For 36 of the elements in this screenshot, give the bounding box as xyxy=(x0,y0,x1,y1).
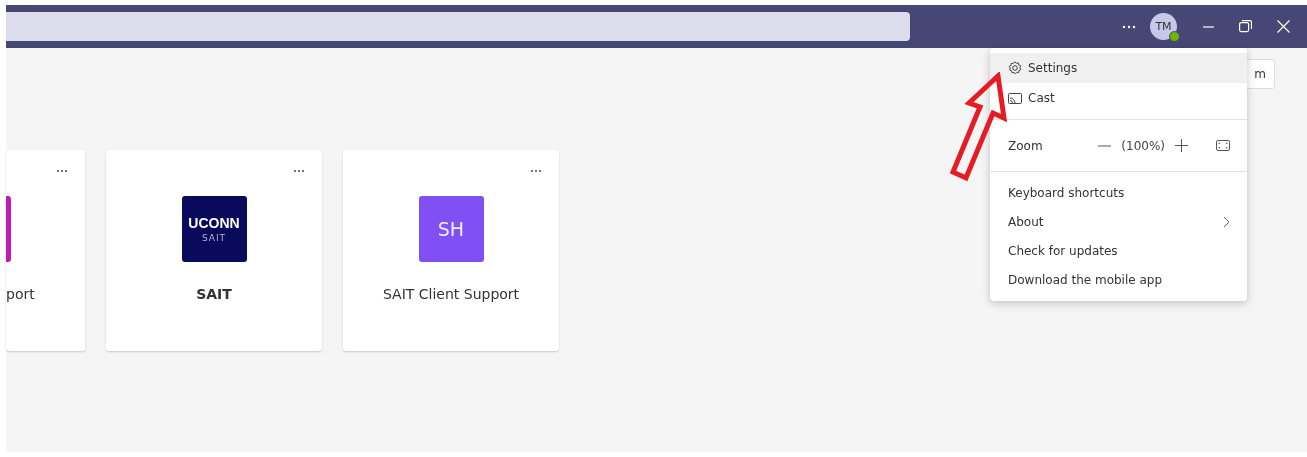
chevron-right-icon xyxy=(1223,215,1230,228)
menu-item[interactable]: Settings xyxy=(990,53,1247,83)
logo-subtitle: SAIT xyxy=(201,232,227,243)
avatar[interactable]: TM xyxy=(1150,13,1177,40)
menu-item-label: Download the mobile app xyxy=(1008,272,1163,287)
menu-item-label: Keyboard shortcuts xyxy=(1008,185,1125,200)
zoom-in-icon[interactable] xyxy=(1175,139,1188,152)
team-name: SAIT Client Support xyxy=(382,286,520,302)
menu-item[interactable]: Check for updates xyxy=(990,236,1247,265)
menu-item-label: Settings xyxy=(1028,61,1078,75)
more-icon[interactable] xyxy=(530,169,542,173)
menu-item-label: About xyxy=(1008,214,1044,229)
menu-item[interactable]: Keyboard shortcuts xyxy=(990,178,1247,207)
menu-item[interactable]: Zoom (100%) xyxy=(990,126,1247,165)
close-icon[interactable] xyxy=(1277,20,1290,33)
zoom-value: (100%) xyxy=(1121,138,1165,153)
more-icon[interactable] xyxy=(1122,24,1136,29)
menu-item-label: Check for updates xyxy=(1008,243,1118,258)
menu-item-label: Cast xyxy=(1028,91,1055,105)
settings-icon xyxy=(1008,61,1022,75)
more-icon[interactable] xyxy=(293,169,305,173)
team-card[interactable]: port xyxy=(6,150,85,351)
more-icon[interactable] xyxy=(56,169,68,173)
team-logo: SH xyxy=(418,196,484,262)
menu-item[interactable]: About xyxy=(990,207,1247,236)
logo-title: UCONN xyxy=(188,215,240,231)
search-field[interactable] xyxy=(6,12,910,41)
team-name: SAIT xyxy=(196,286,232,302)
menu-item-label: Zoom xyxy=(1008,138,1043,153)
menu-item[interactable]: Download the mobile app xyxy=(990,265,1247,294)
team-card[interactable]: UCONN SAIT SAIT xyxy=(106,150,322,351)
cast-icon xyxy=(1008,91,1022,105)
restore-icon[interactable] xyxy=(1239,20,1252,33)
team-name: port xyxy=(6,286,35,302)
fullscreen-icon[interactable] xyxy=(1216,140,1230,151)
team-card[interactable]: SH SAIT Client Support xyxy=(343,150,559,351)
